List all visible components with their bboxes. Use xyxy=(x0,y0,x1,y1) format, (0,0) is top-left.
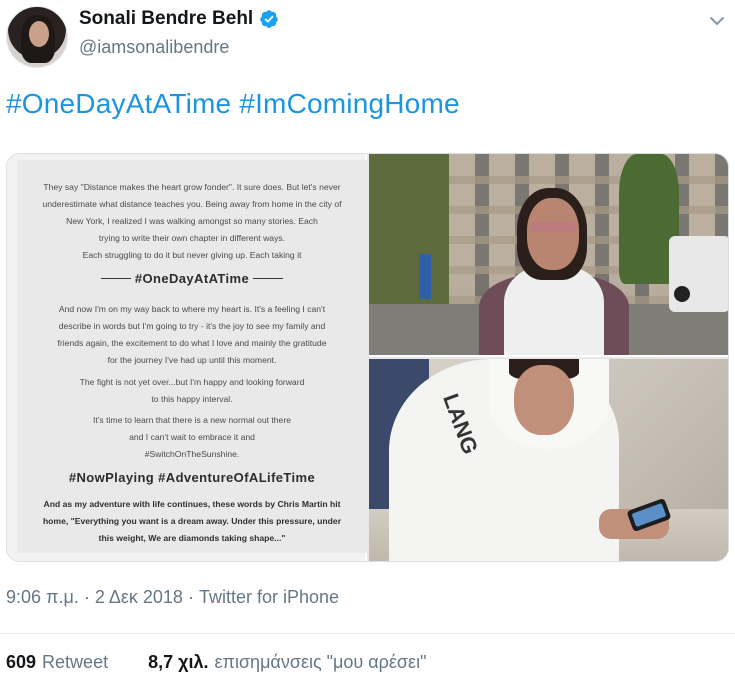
likes-stat[interactable]: 8,7 χιλ. επισημάνσεις "μου αρέσει" xyxy=(148,652,426,673)
image-para-1-line-5: Each struggling to do it but never givin… xyxy=(82,250,302,260)
verified-badge-icon xyxy=(260,10,278,28)
stats-divider xyxy=(0,633,735,634)
tweet-metadata: 9:06 π.μ. · 2 Δεκ 2018 · Twitter for iPh… xyxy=(6,587,339,608)
image-para-4-line-1: It's time to learn that there is a new n… xyxy=(93,415,291,425)
tweet-source[interactable]: Twitter for iPhone xyxy=(199,587,339,607)
media-photo-indoor[interactable]: LANG xyxy=(369,359,728,561)
avatar[interactable] xyxy=(6,6,68,68)
meta-separator-2: · xyxy=(182,587,199,607)
image-para-1-line-3: New York, I realized I was walking among… xyxy=(66,216,318,226)
tweet-date[interactable]: 2 Δεκ 2018 xyxy=(95,587,183,607)
image-para-1-line-1: They say "Distance makes the heart grow … xyxy=(43,182,341,192)
media-text-image[interactable]: They say "Distance makes the heart grow … xyxy=(7,154,367,561)
image-para-4-line-2: and I can't wait to embrace it and xyxy=(129,432,255,442)
retweets-label: Retweet xyxy=(42,652,109,672)
image-para-3-line-1: The fight is not yet over...but I'm happ… xyxy=(79,377,305,387)
author-name-row[interactable]: Sonali Bendre Behl xyxy=(79,8,279,30)
image-heading-1: #OneDayAtATime xyxy=(134,271,250,286)
image-para-1-line-2: underestimate what distance teaches you.… xyxy=(42,199,342,209)
tweet-header: Sonali Bendre Behl @iamsonalibendre xyxy=(0,0,735,78)
chevron-down-icon[interactable] xyxy=(708,14,726,28)
image-heading-2: #NowPlaying #AdventureOfALifeTime xyxy=(68,470,316,485)
image-para-2-line-4: for the journey I've had up until this m… xyxy=(107,355,277,365)
image-para-2-line-3: friends again, the excitement to do what… xyxy=(57,338,327,348)
image-para-5-line-2: home, "Everything you want is a dream aw… xyxy=(42,516,342,526)
image-para-2-line-1: And now I'm on my way back to where my h… xyxy=(58,304,326,314)
media-photo-street[interactable] xyxy=(369,154,728,357)
author-handle[interactable]: @iamsonalibendre xyxy=(79,37,229,58)
image-para-5-line-3: this weight, We are diamonds taking shap… xyxy=(98,533,286,543)
tweet-time[interactable]: 9:06 π.μ. xyxy=(6,587,79,607)
tweet-hashtags[interactable]: #OneDayAtATime #ImComingHome xyxy=(6,88,460,120)
image-para-3-line-2: to this happy interval. xyxy=(151,394,233,404)
retweets-count: 609 xyxy=(6,652,37,672)
image-para-2-line-2: describe in words but I'm going to try -… xyxy=(58,321,326,331)
retweets-stat[interactable]: 609 Retweet xyxy=(6,652,108,673)
divider-right xyxy=(253,278,283,279)
image-para-5-line-1: And as my adventure with life continues,… xyxy=(43,499,341,509)
meta-separator: · xyxy=(78,587,95,607)
image-para-4-line-3: #SwitchOnTheSunshine. xyxy=(144,449,240,459)
likes-count: 8,7 χιλ. xyxy=(148,652,209,672)
media-grid[interactable]: They say "Distance makes the heart grow … xyxy=(6,153,729,562)
image-para-1-line-4: trying to write their own chapter in dif… xyxy=(98,233,286,243)
likes-label: επισημάνσεις "μου αρέσει" xyxy=(214,652,427,672)
display-name[interactable]: Sonali Bendre Behl xyxy=(79,8,253,30)
engagement-stats: 609 Retweet 8,7 χιλ. επισημάνσεις "μου αρέ… xyxy=(6,652,426,673)
